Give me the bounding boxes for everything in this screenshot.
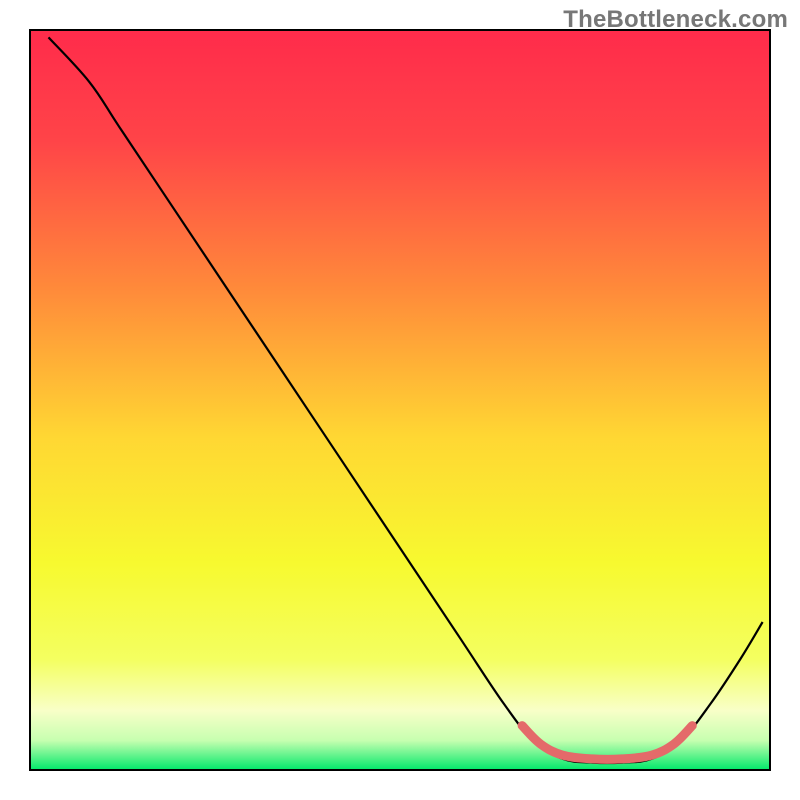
watermark-text: TheBottleneck.com: [563, 6, 788, 34]
chart-container: TheBottleneck.com: [0, 0, 800, 800]
gradient-background: [30, 30, 770, 770]
bottleneck-chart: [0, 0, 800, 800]
